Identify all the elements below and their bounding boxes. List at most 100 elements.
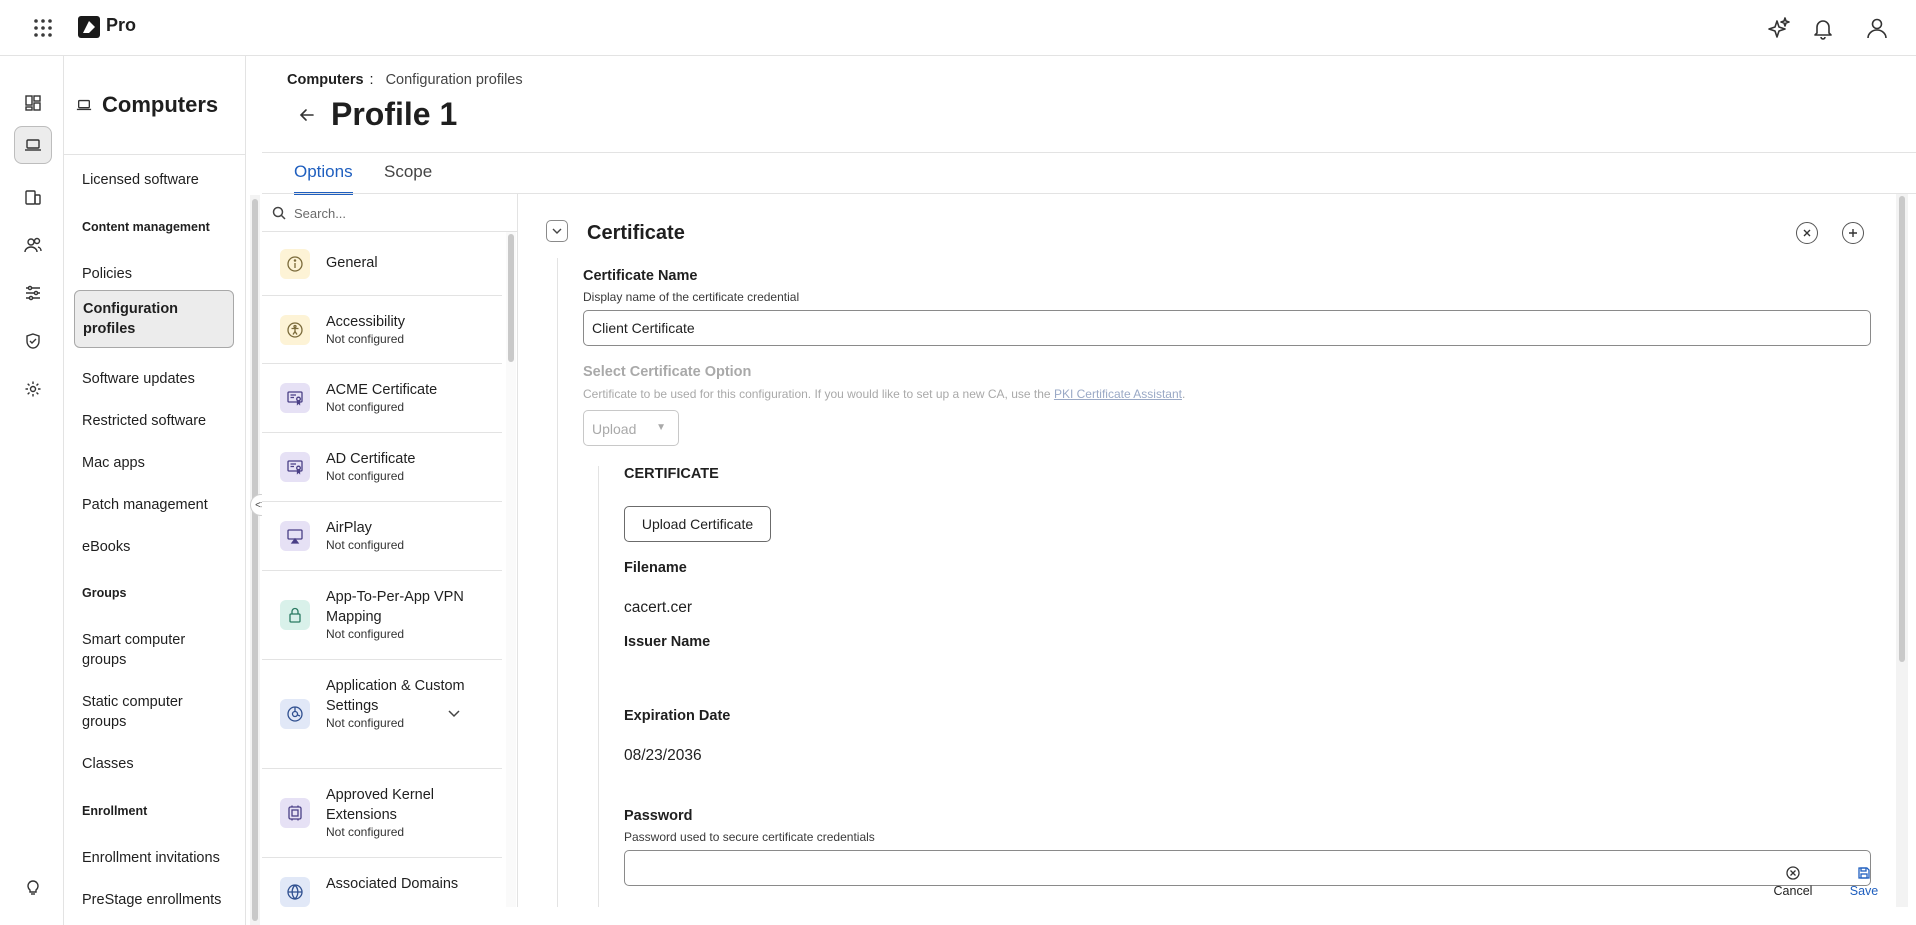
password-desc: Password used to secure certificate cred…: [624, 830, 875, 844]
nav-item-classes[interactable]: Classes: [74, 746, 234, 782]
rail-dashboard-button[interactable]: [14, 84, 52, 122]
breadcrumb-separator: :: [369, 72, 374, 88]
payload-name: App-To-Per-App VPN Mapping: [326, 589, 464, 625]
payload-search: [262, 194, 517, 232]
plus-icon: [1849, 229, 1857, 237]
filename-label: Filename: [624, 560, 687, 576]
laptop-icon: [76, 99, 92, 111]
detail-scrollbar[interactable]: [1896, 194, 1908, 907]
settings-app-icon: [280, 699, 310, 729]
section-nav-scrollbar[interactable]: [250, 195, 260, 925]
shield-icon: [26, 333, 40, 349]
payload-item-general[interactable]: General: [262, 232, 502, 296]
payload-item-associated-domains[interactable]: Associated Domains: [262, 858, 502, 907]
breadcrumb-parent[interactable]: Computers: [287, 72, 364, 88]
rail-devices-button[interactable]: [14, 178, 52, 216]
payload-name: Approved Kernel Extensions: [326, 787, 435, 823]
nav-item-ebooks[interactable]: eBooks: [74, 529, 234, 565]
certificate-section-heading: CERTIFICATE: [624, 466, 719, 482]
sliders-icon: [26, 285, 40, 301]
payload-status: Not configured: [326, 825, 405, 839]
certificate-icon: [280, 452, 310, 482]
save-button[interactable]: Save: [1834, 866, 1894, 898]
nav-item-restricted-software[interactable]: Restricted software: [74, 403, 234, 439]
payload-status: Not configured: [326, 538, 405, 552]
tab-options[interactable]: Options: [294, 162, 353, 195]
certificate-option-desc-end: .: [1182, 387, 1186, 401]
cancel-button[interactable]: Cancel: [1763, 866, 1823, 898]
rail-security-button[interactable]: [14, 322, 52, 360]
payload-status: Not configured: [326, 469, 405, 483]
nav-item-policies[interactable]: Policies: [74, 256, 234, 292]
nav-item-licensed-software[interactable]: Licensed software: [74, 162, 234, 198]
apps-grid-icon[interactable]: [32, 17, 54, 39]
payload-item-ad-certificate[interactable]: AD Certificate Not configured: [262, 433, 502, 502]
payload-name: Accessibility: [326, 314, 405, 330]
nav-item-mac-apps[interactable]: Mac apps: [74, 445, 234, 481]
certificate-option-value: Upload: [592, 421, 637, 437]
payload-item-accessibility[interactable]: Accessibility Not configured: [262, 296, 502, 364]
payload-status: Not configured: [326, 400, 405, 414]
issuer-name-label: Issuer Name: [624, 634, 711, 650]
chevron-down-icon[interactable]: [448, 710, 460, 718]
section-nav: Computers Licensed software Content mana…: [64, 56, 246, 925]
devices-icon: [25, 190, 41, 205]
save-icon: [1858, 867, 1870, 879]
payload-list-scrollbar[interactable]: [506, 232, 516, 907]
nav-heading-groups: Groups: [82, 586, 127, 600]
payload-name: Associated Domains: [326, 876, 459, 892]
top-bar: Pro: [0, 0, 1916, 56]
bell-icon[interactable]: [1810, 15, 1836, 41]
remove-payload-button[interactable]: [1796, 222, 1818, 244]
nav-item-static-computer-groups[interactable]: Static computer groups: [74, 684, 234, 740]
rail-settings-sliders-button[interactable]: [14, 274, 52, 312]
nav-item-configuration-profiles[interactable]: Configuration profiles: [74, 290, 234, 348]
nav-item-prestage-enrollments[interactable]: PreStage enrollments: [74, 882, 234, 918]
rail-users-button[interactable]: [14, 226, 52, 264]
nav-item-software-updates[interactable]: Software updates: [74, 361, 234, 397]
breadcrumb: Computers : Configuration profiles: [287, 72, 523, 88]
certificate-option-select: Upload ▼: [583, 410, 679, 446]
payload-name: AirPlay: [326, 520, 372, 536]
rail-tips-button[interactable]: [14, 868, 52, 906]
password-label: Password: [624, 808, 693, 824]
add-payload-button[interactable]: [1842, 222, 1864, 244]
payload-item-approved-kernel-extensions[interactable]: Approved Kernel Extensions Not configured: [262, 769, 502, 858]
tab-scope[interactable]: Scope: [384, 162, 432, 192]
scrollbar-thumb[interactable]: [508, 234, 514, 362]
collapse-section-button[interactable]: [546, 220, 568, 242]
upload-certificate-button[interactable]: Upload Certificate: [624, 506, 771, 542]
payload-status: Not configured: [326, 716, 405, 730]
scrollbar-thumb[interactable]: [1899, 196, 1905, 662]
subsection-guide-line: [598, 466, 599, 907]
password-input[interactable]: [624, 850, 1871, 886]
search-input[interactable]: [292, 201, 502, 225]
user-icon[interactable]: [1864, 15, 1890, 41]
rail-gear-button[interactable]: [14, 370, 52, 408]
certificate-name-label: Certificate Name: [583, 268, 698, 284]
payload-item-acme-certificate[interactable]: ACME Certificate Not configured: [262, 364, 502, 433]
close-icon: [1803, 229, 1811, 237]
certificate-name-input[interactable]: [583, 310, 1871, 346]
nav-item-smart-computer-groups[interactable]: Smart computer groups: [74, 622, 234, 678]
back-arrow-icon[interactable]: [296, 104, 318, 126]
icon-rail: [0, 56, 64, 925]
rail-computers-button[interactable]: [14, 126, 52, 164]
certificate-name-desc: Display name of the certificate credenti…: [583, 290, 800, 304]
lightbulb-icon: [27, 880, 39, 895]
info-icon: [280, 249, 310, 279]
pki-certificate-assistant-link[interactable]: PKI Certificate Assistant: [1054, 387, 1182, 401]
chevron-down-icon: [552, 228, 562, 234]
payload-item-app-to-per-app-vpn[interactable]: App-To-Per-App VPN Mapping Not configured: [262, 571, 502, 660]
certificate-icon: [280, 383, 310, 413]
dashboard-icon: [25, 95, 41, 111]
nav-item-patch-management[interactable]: Patch management: [74, 487, 234, 523]
scrollbar-thumb[interactable]: [252, 199, 258, 921]
payload-item-application-custom-settings[interactable]: Application & Custom Settings Not configu…: [262, 660, 502, 769]
sparkle-icon[interactable]: [1766, 15, 1792, 41]
certificate-option-label: Select Certificate Option: [583, 364, 752, 380]
payload-item-airplay[interactable]: AirPlay Not configured: [262, 502, 502, 571]
nav-heading-enrollment: Enrollment: [82, 804, 148, 818]
payload-list-panel: General Accessibility Not configured ACME…: [262, 194, 518, 907]
nav-item-enrollment-invitations[interactable]: Enrollment invitations: [74, 840, 234, 876]
